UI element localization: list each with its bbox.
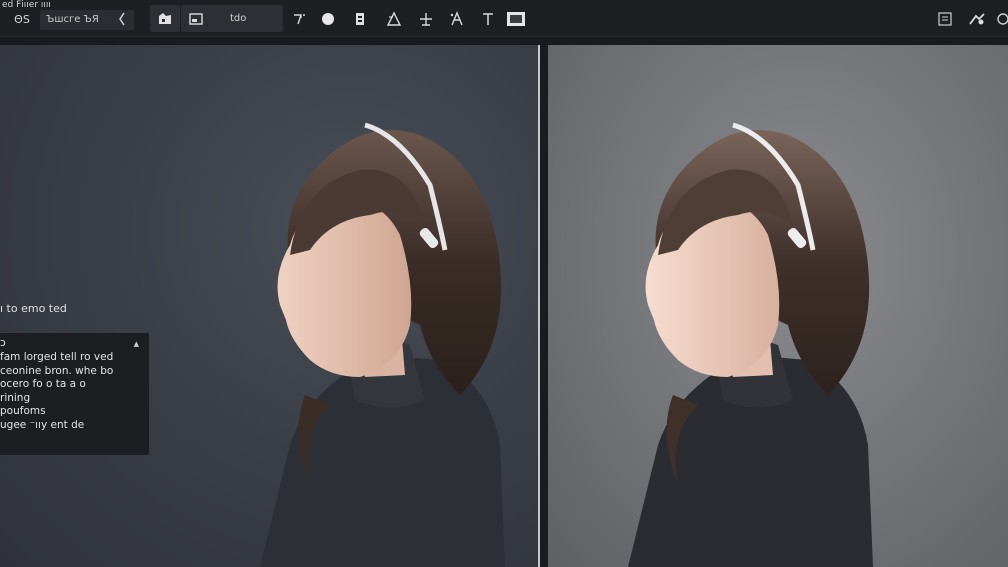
tools-icon[interactable] xyxy=(967,10,987,28)
chevron-icon[interactable] xyxy=(114,10,130,28)
layers-icon xyxy=(153,10,177,28)
top-toolbar: ed Fi̇ııer ıııı ΘS Ъшсге ЪЯ tdo xyxy=(0,0,1008,37)
text-corner-tool-icon[interactable] xyxy=(290,10,308,28)
tooltip-line: fam lorged tell ro ved xyxy=(0,351,114,363)
tooltip-line: poufoms xyxy=(0,405,46,417)
tooltip-title: ɔ xyxy=(0,337,6,349)
image-icon xyxy=(188,10,204,28)
search-icon[interactable] xyxy=(996,10,1008,28)
compare-divider-handle[interactable] xyxy=(538,45,540,567)
overlay-caption: ı to emo ted xyxy=(0,302,67,315)
grid-view-button[interactable]: ΘS xyxy=(12,10,32,28)
path-tool-icon[interactable] xyxy=(448,10,466,28)
window-title: ed Fi̇ııer ıııı xyxy=(2,0,51,10)
tooltip-line: ugee ⁻ııy ent de xyxy=(0,418,85,431)
original-image-pane[interactable]: ı to emo ted ɔ ▲ fam lorged tell ro ved c… xyxy=(0,45,538,567)
stamp-tool-icon[interactable] xyxy=(351,10,369,28)
segment-label: tdo xyxy=(230,13,247,24)
tooltip-line: rining xyxy=(0,391,31,404)
info-tooltip: ɔ ▲ fam lorged tell ro ved ceonine bron. … xyxy=(0,332,150,456)
tooltip-line: ocero fo o ta a o xyxy=(0,378,86,390)
portrait-image-original xyxy=(260,122,505,567)
triangle-tool-icon[interactable] xyxy=(385,10,403,28)
portrait-image-edited xyxy=(628,122,873,567)
frame-tool-icon[interactable] xyxy=(506,10,526,28)
circle-tool-icon[interactable] xyxy=(319,10,337,28)
tooltip-line: ceonine bron. whe bo xyxy=(0,364,114,377)
text-tool-icon[interactable] xyxy=(479,10,497,28)
edited-image-pane[interactable] xyxy=(548,45,1008,567)
canvas-area: ı to emo ted ɔ ▲ fam lorged tell ro ved c… xyxy=(0,37,1008,567)
export-icon[interactable] xyxy=(936,10,954,28)
collapse-caret-icon[interactable]: ▲ xyxy=(134,338,139,352)
align-tool-icon[interactable] xyxy=(417,10,435,28)
